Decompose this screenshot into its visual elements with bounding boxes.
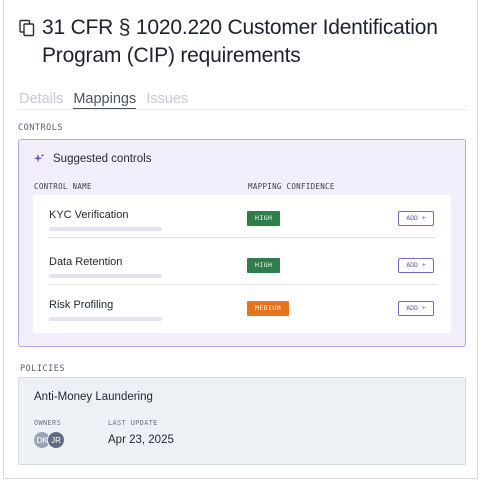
add-control-button[interactable]: ADD + [398,301,434,316]
add-control-button[interactable]: ADD + [398,258,434,273]
suggested-controls-label: Suggested controls [53,153,152,165]
sparkle-icon [33,153,45,163]
add-control-button[interactable]: ADD + [398,211,434,226]
suggested-controls-panel: Suggested controls CONTROL NAME MAPPING … [18,139,466,347]
last-update-date: Apr 23, 2025 [108,434,174,446]
page-header: 31 CFR § 1020.220 Customer Identificatio… [18,14,468,70]
last-update-label: LAST UPDATE [108,419,158,427]
control-name: Data Retention [49,256,123,268]
table-row: Data Retention HIGH ADD + [33,242,451,285]
control-name: Risk Profiling [49,299,114,311]
confidence-badge: HIGH [247,258,281,273]
copy-icon[interactable] [18,19,36,37]
mapping-confidence-column-header: MAPPING CONFIDENCE [248,182,335,191]
tab-mappings[interactable]: Mappings [73,90,137,109]
confidence-badge: MEDIUM [247,301,289,316]
control-description-placeholder [49,274,162,278]
control-name: KYC Verification [49,209,129,221]
controls-table: KYC Verification HIGH ADD + Data Retenti… [33,195,451,333]
tab-details[interactable]: Details [19,90,63,109]
policy-name[interactable]: Anti-Money Laundering [34,391,153,403]
control-name-column-header: CONTROL NAME [34,182,92,191]
row-divider [48,237,436,238]
policy-card[interactable]: Anti-Money Laundering OWNERS LAST UPDATE… [18,377,466,465]
control-description-placeholder [49,227,162,231]
table-row: KYC Verification HIGH ADD + [33,195,451,238]
control-description-placeholder [49,317,162,321]
tab-bar: Details Mappings Issues [19,90,467,110]
avatar[interactable]: JR [47,431,65,449]
table-row: Risk Profiling MEDIUM ADD + [33,285,451,328]
policies-section-label: POLICIES [20,364,65,374]
confidence-badge: HIGH [247,211,281,226]
page-title: 31 CFR § 1020.220 Customer Identificatio… [42,16,438,67]
tab-issues[interactable]: Issues [146,90,188,109]
controls-section-label: CONTROLS [18,123,63,133]
owners-label: OWNERS [34,419,62,427]
suggested-controls-header: Suggested controls [33,153,151,165]
